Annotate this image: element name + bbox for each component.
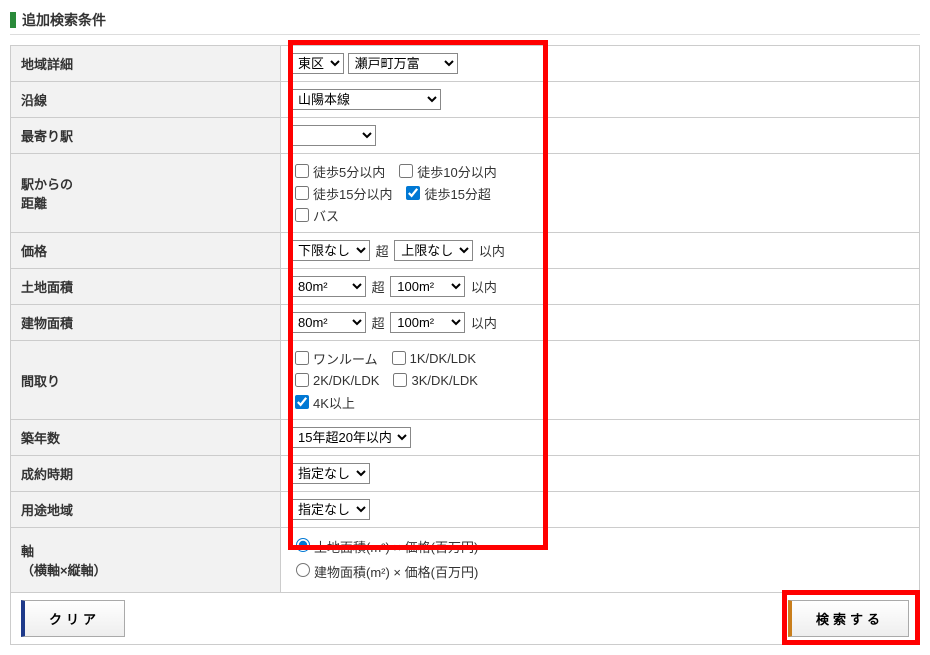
price-upper-select[interactable]: 上限なし: [394, 240, 473, 261]
walk5-label[interactable]: 徒歩5分以内: [291, 161, 385, 181]
section-accent-bar: [10, 12, 16, 28]
layout-oneroom-label[interactable]: ワンルーム: [291, 348, 378, 368]
layout-2k-label[interactable]: 2K/DK/LDK: [291, 370, 379, 390]
land-area-lower-select[interactable]: 80m²: [291, 276, 366, 297]
price-between-high: 以内: [479, 244, 505, 259]
clear-button[interactable]: クリア: [21, 600, 125, 637]
label-distance: 駅からの 距離: [11, 154, 281, 233]
label-layout: 間取り: [11, 341, 281, 420]
walk5-checkbox[interactable]: [295, 164, 309, 178]
label-land-area: 土地面積: [11, 269, 281, 305]
land-area-between-low: 超: [372, 280, 385, 295]
line-select[interactable]: 山陽本線: [291, 89, 441, 110]
axis-building-radio[interactable]: [296, 563, 310, 577]
label-line: 沿線: [11, 82, 281, 118]
bus-label[interactable]: バス: [291, 205, 339, 225]
section-header: 追加検索条件: [10, 10, 920, 35]
building-area-between-low: 超: [372, 316, 385, 331]
town-select[interactable]: 瀬戸町万富: [348, 53, 458, 74]
layout-3k-checkbox[interactable]: [393, 373, 407, 387]
building-area-upper-select[interactable]: 100m²: [390, 312, 465, 333]
label-area-detail: 地域詳細: [11, 46, 281, 82]
section-title: 追加検索条件: [22, 10, 106, 30]
label-nearest-station: 最寄り駅: [11, 118, 281, 154]
axis-building-label[interactable]: 建物面積(m²) × 価格(百万円): [291, 560, 899, 581]
land-area-between-high: 以内: [471, 280, 497, 295]
layout-checkbox-group: ワンルーム 1K/DK/LDK 2K/DK/LDK 3K/DK/LDK 4K以上: [291, 348, 531, 412]
layout-4k-label[interactable]: 4K以上: [291, 392, 355, 412]
price-between-low: 超: [376, 244, 389, 259]
label-use-zone: 用途地域: [11, 492, 281, 528]
walk15-label[interactable]: 徒歩15分以内: [291, 183, 392, 203]
nearest-station-select[interactable]: [291, 125, 376, 146]
building-area-between-high: 以内: [471, 316, 497, 331]
axis-radio-group: 土地面積(m²) × 価格(百万円) 建物面積(m²) × 価格(百万円): [291, 535, 909, 581]
bus-checkbox[interactable]: [295, 208, 309, 222]
axis-land-radio[interactable]: [296, 538, 310, 552]
label-price: 価格: [11, 233, 281, 269]
walk10-checkbox[interactable]: [399, 164, 413, 178]
label-axis: 軸 （横軸×縦軸）: [11, 528, 281, 593]
building-age-select[interactable]: 15年超20年以内: [291, 427, 411, 448]
layout-4k-checkbox[interactable]: [295, 395, 309, 409]
layout-3k-label[interactable]: 3K/DK/LDK: [389, 370, 477, 390]
search-form-table: 地域詳細 東区 瀬戸町万富 沿線 山陽本線 最寄り駅 駅からの 距離 徒歩5分以…: [10, 45, 920, 645]
distance-checkbox-group: 徒歩5分以内 徒歩10分以内 徒歩15分以内 徒歩15分超 バス: [291, 161, 531, 225]
walk15over-checkbox[interactable]: [406, 186, 420, 200]
search-button[interactable]: 検索する: [788, 600, 909, 637]
building-area-lower-select[interactable]: 80m²: [291, 312, 366, 333]
axis-land-label[interactable]: 土地面積(m²) × 価格(百万円): [291, 535, 899, 556]
label-building-age: 築年数: [11, 420, 281, 456]
walk15over-label[interactable]: 徒歩15分超: [402, 183, 490, 203]
contract-period-select[interactable]: 指定なし: [291, 463, 370, 484]
ward-select[interactable]: 東区: [291, 53, 344, 74]
layout-2k-checkbox[interactable]: [295, 373, 309, 387]
land-area-upper-select[interactable]: 100m²: [390, 276, 465, 297]
use-zone-select[interactable]: 指定なし: [291, 499, 370, 520]
label-contract-period: 成約時期: [11, 456, 281, 492]
walk10-label[interactable]: 徒歩10分以内: [395, 161, 496, 181]
walk15-checkbox[interactable]: [295, 186, 309, 200]
label-building-area: 建物面積: [11, 305, 281, 341]
layout-oneroom-checkbox[interactable]: [295, 351, 309, 365]
layout-1k-checkbox[interactable]: [392, 351, 406, 365]
layout-1k-label[interactable]: 1K/DK/LDK: [388, 348, 476, 368]
price-lower-select[interactable]: 下限なし: [291, 240, 370, 261]
